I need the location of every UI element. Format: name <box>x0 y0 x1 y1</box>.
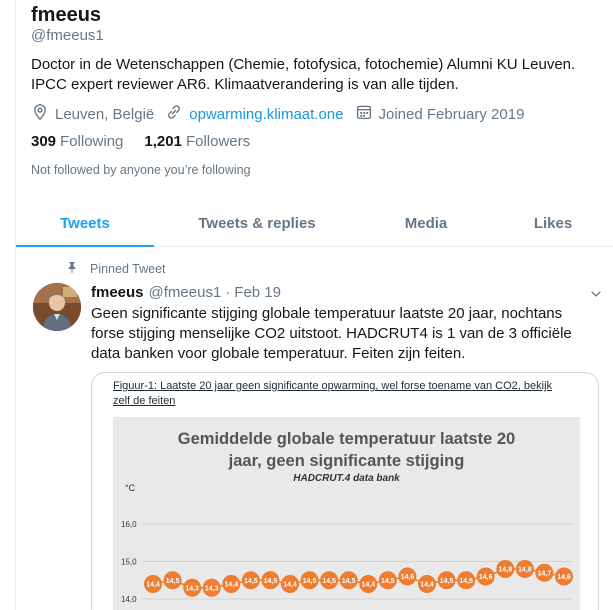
chart-data-label: 14,5 <box>322 578 336 585</box>
profile-joined: Joined February 2019 <box>355 103 525 125</box>
chart-data-label: 14,5 <box>264 578 278 585</box>
tab-tweets-replies[interactable]: Tweets & replies <box>154 200 360 246</box>
profile-bio: Doctor in de Wetenschappen (Chemie, foto… <box>31 55 606 95</box>
tweet-image[interactable]: Figuur-1: Laatste 20 jaar geen significa… <box>91 372 599 610</box>
chart-title-line: Gemiddelde globale temperatuur laatste 2… <box>177 430 516 448</box>
follow-counts: 309 Following 1,201 Followers <box>31 133 271 150</box>
profile-website[interactable]: opwarming.klimaat.one <box>165 103 344 125</box>
chart-data-label: 14,4 <box>146 582 160 589</box>
bio-line: Doctor in de Wetenschappen (Chemie, foto… <box>31 56 576 73</box>
chart-data-label: 14,4 <box>224 582 238 589</box>
chart-y-tick-label: 14,0 <box>121 595 137 604</box>
chart-data-label: 14,5 <box>342 578 356 585</box>
tweet-handle[interactable]: @fmeeus1 <box>149 284 222 301</box>
chart-title: Gemiddelde globale temperatuur laatste 2… <box>113 428 580 472</box>
chart-y-tick-label: 16,0 <box>121 520 137 529</box>
tweet-text-line: data banken voor globale temperatuur. Fe… <box>91 345 466 362</box>
tweet-text: Geen significante stijging globale tempe… <box>91 304 606 364</box>
chart-data-label: 14,8 <box>498 567 512 574</box>
tab-tweets[interactable]: Tweets <box>16 200 154 247</box>
chart-data-label: 14,5 <box>244 578 258 585</box>
figure-caption-line: zelf de feiten <box>113 395 176 407</box>
chart-data-label: 14,4 <box>361 582 375 589</box>
tweet-separator: · <box>225 284 231 301</box>
not-followed-note: Not followed by anyone you’re following <box>31 163 251 177</box>
chevron-down-icon[interactable] <box>590 287 602 299</box>
chart-data-label: 14,5 <box>381 578 395 585</box>
figure-caption: Figuur-1: Laatste 20 jaar geen significa… <box>113 379 583 409</box>
chart-data-label: 14,4 <box>283 582 297 589</box>
avatar[interactable] <box>33 283 81 331</box>
chart-data-label: 14,5 <box>440 578 454 585</box>
location-text: Leuven, België <box>55 105 155 123</box>
profile-handle: @fmeeus1 <box>31 27 104 44</box>
chart-data-label: 14,6 <box>557 574 571 581</box>
following-link[interactable]: 309 Following <box>31 133 123 150</box>
tab-media[interactable]: Media <box>360 200 492 246</box>
pinned-label: Pinned Tweet <box>90 261 166 276</box>
tweet-text-line: forse stijging menselijke CO2 uitstoot. … <box>91 325 572 342</box>
followers-label: Followers <box>185 133 251 150</box>
following-label: Following <box>60 133 124 150</box>
profile-name: fmeeus <box>31 4 102 26</box>
tweet-author[interactable]: fmeeus <box>91 284 144 301</box>
chart-panel: 16,0 15,0 14,0 14,4 14,5 14,3 14,3 14,4 14,5 14,5… <box>113 417 580 610</box>
profile-meta: Leuven, België opwarming.klimaat.one Joi… <box>31 104 535 124</box>
chart-y-tick-label: 15,0 <box>121 558 137 567</box>
chart-data-label: 14,4 <box>420 582 434 589</box>
pinned-indicator: Pinned Tweet <box>66 261 166 276</box>
chart-data-label: 14,8 <box>518 567 532 574</box>
chart-data-label: 14,6 <box>401 574 415 581</box>
link-icon <box>165 103 189 125</box>
pin-icon <box>66 261 90 276</box>
tweet-text-line: Geen significante stijging globale tempe… <box>91 305 563 322</box>
tab-likes[interactable]: Likes <box>492 200 613 246</box>
followers-link[interactable]: 1,201 Followers <box>144 133 250 150</box>
following-count: 309 <box>31 133 57 150</box>
chart-title-line: jaar, geen significante stijging <box>228 452 465 470</box>
profile-location: Leuven, België <box>31 103 154 125</box>
chart-data-label: 14,3 <box>205 585 219 592</box>
chart-data-label: 14,5 <box>166 578 180 585</box>
chart-data-label: 14,5 <box>303 578 317 585</box>
followers-count: 1,201 <box>144 133 182 150</box>
tweet-header: fmeeus @fmeeus1 · Feb 19 <box>91 284 606 301</box>
joined-text: Joined February 2019 <box>378 105 525 123</box>
chart-data-label: 14,5 <box>459 578 473 585</box>
figure-caption-line: Figuur-1: Laatste 20 jaar geen significa… <box>113 380 553 392</box>
chart-subtitle: HADCRUT.4 data bank <box>293 473 400 484</box>
profile-tabs: Tweets Tweets & replies Media Likes <box>16 200 613 247</box>
calendar-icon <box>355 103 379 125</box>
website-link[interactable]: opwarming.klimaat.one <box>189 106 343 123</box>
location-pin-icon <box>31 103 55 125</box>
bio-line: IPCC expert reviewer AR6. Klimaatverande… <box>31 76 459 93</box>
profile-column: fmeeus @fmeeus1 Doctor in de Wetenschapp… <box>15 0 613 610</box>
tweet-date[interactable]: Feb 19 <box>234 284 281 301</box>
chart-data-label: 14,3 <box>185 585 199 592</box>
chart-data-label: 14,7 <box>538 570 552 577</box>
chart-y-unit: °C <box>125 483 136 493</box>
chart-data-label: 14,6 <box>479 574 493 581</box>
